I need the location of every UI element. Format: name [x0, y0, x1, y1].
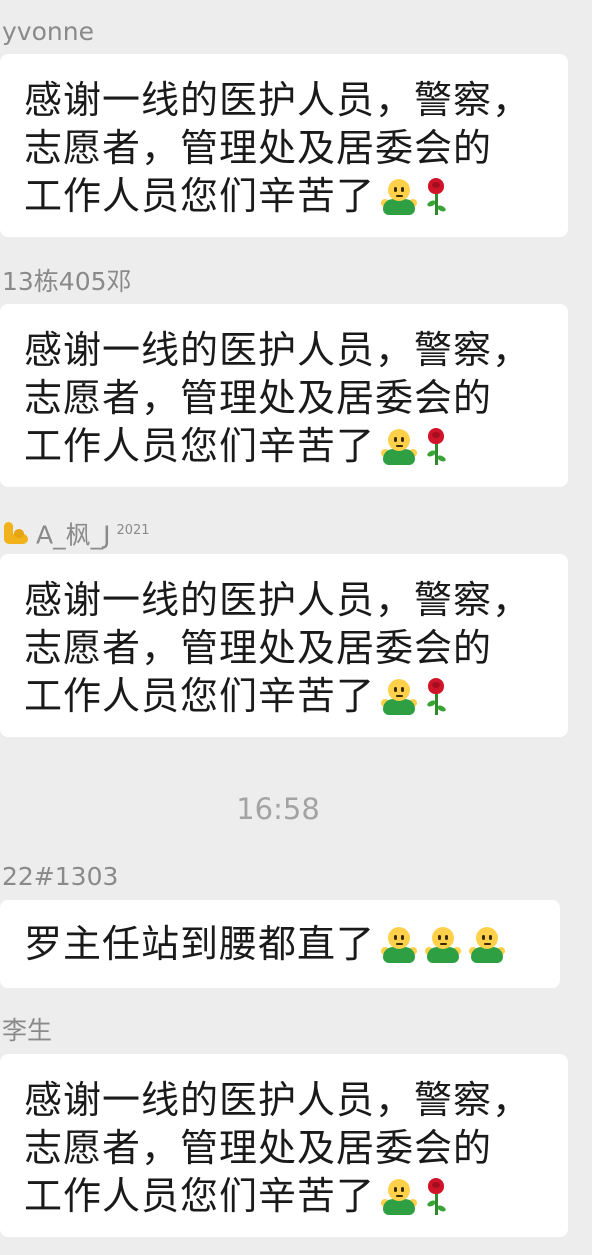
message-line: 工作人员您们辛苦了 [24, 1172, 548, 1220]
sender-badge: 2021 [116, 523, 150, 538]
message-bubble[interactable]: 罗主任站到腰都直了 [0, 900, 560, 988]
message-text: 工作人员您们辛苦了 [24, 674, 376, 718]
rose-icon [423, 677, 449, 717]
sender-name: 13栋405邓 [2, 267, 132, 297]
message-line: 志愿者，管理处及居委会的 [24, 1126, 493, 1170]
message-text: 工作人员您们辛苦了 [24, 1174, 376, 1218]
message-line: 志愿者，管理处及居委会的 [24, 626, 493, 670]
bowing-person-icon [379, 427, 419, 467]
chat-area: yvonne 感谢一线的医护人员，警察， 志愿者，管理处及居委会的 工作人员您们… [0, 0, 592, 1255]
message-line: 感谢一线的医护人员，警察， [24, 578, 532, 622]
message-text: 工作人员您们辛苦了 [24, 424, 376, 468]
bowing-person-icon [379, 925, 419, 965]
sender-name-text: 13栋405邓 [2, 267, 132, 296]
sender-name: 李生 [2, 1016, 52, 1046]
message-line: 感谢一线的医护人员，警察， [24, 78, 532, 122]
message-line: 工作人员您们辛苦了 [24, 172, 548, 220]
rose-icon [423, 427, 449, 467]
sender-name: 22#1303 [2, 862, 118, 892]
message-bubble[interactable]: 感谢一线的医护人员，警察， 志愿者，管理处及居委会的 工作人员您们辛苦了 [0, 1054, 568, 1237]
message-line: 志愿者，管理处及居委会的 [24, 376, 493, 420]
message-bubble[interactable]: 感谢一线的医护人员，警察， 志愿者，管理处及居委会的 工作人员您们辛苦了 [0, 54, 568, 237]
sender-name: yvonne [2, 17, 94, 47]
bowing-person-icon [467, 925, 507, 965]
message-bubble[interactable]: 感谢一线的医护人员，警察， 志愿者，管理处及居委会的 工作人员您们辛苦了 [0, 554, 568, 737]
flexed-biceps-icon [2, 520, 30, 548]
sender-name-text: 22#1303 [2, 862, 119, 891]
message-line: 感谢一线的医护人员，警察， [24, 1078, 532, 1122]
message-line: 罗主任站到腰都直了 [24, 920, 540, 968]
bowing-person-icon [379, 1177, 419, 1217]
rose-icon [423, 177, 449, 217]
message-line: 感谢一线的医护人员，警察， [24, 328, 532, 372]
bowing-person-icon [379, 177, 419, 217]
bowing-person-icon [423, 925, 463, 965]
bowing-person-icon [379, 677, 419, 717]
sender-name-text: yvonne [2, 17, 94, 46]
message-line: 工作人员您们辛苦了 [24, 672, 548, 720]
message-text: 工作人员您们辛苦了 [24, 174, 376, 218]
sender-name-text: A_枫_J [36, 520, 111, 550]
sender-name-text: 李生 [2, 1016, 53, 1045]
message-text: 罗主任站到腰都直了 [24, 922, 376, 966]
message-line: 工作人员您们辛苦了 [24, 422, 548, 470]
message-timestamp: 16:58 [236, 792, 320, 826]
message-bubble[interactable]: 感谢一线的医护人员，警察， 志愿者，管理处及居委会的 工作人员您们辛苦了 [0, 304, 568, 487]
rose-icon [423, 1177, 449, 1217]
sender-name: A_枫_J 2021 [2, 516, 150, 550]
message-line: 志愿者，管理处及居委会的 [24, 126, 493, 170]
